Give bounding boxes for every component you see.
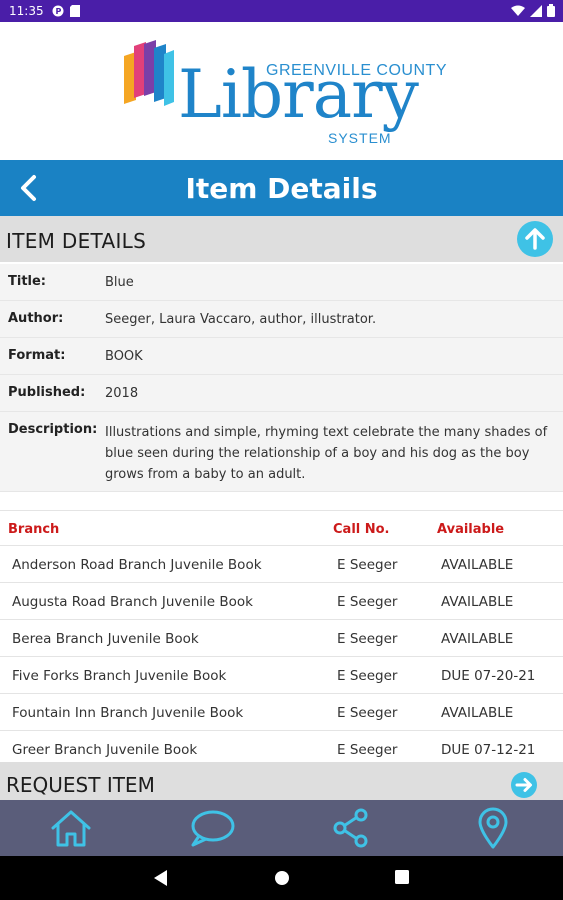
status-notification-icons: P [52, 5, 80, 17]
share-icon [333, 808, 368, 848]
detail-row-published: Published: 2018 [0, 375, 563, 412]
table-row: Fountain Inn Branch Juvenile Book E Seeg… [0, 694, 563, 731]
detail-row-description: Description: Illustrations and simple, r… [0, 412, 563, 492]
system-navigation-bar [0, 856, 563, 900]
branch-name: Berea Branch Juvenile Book [12, 631, 199, 647]
column-header-available: Available [437, 522, 505, 537]
bottom-navigation [0, 800, 563, 856]
logo-system-text: SYSTEM [328, 130, 392, 146]
signal-icon [530, 4, 542, 17]
branch-name: Anderson Road Branch Juvenile Book [12, 557, 262, 573]
detail-key: Description: [8, 422, 98, 437]
recents-square-icon[interactable] [395, 870, 409, 884]
availability-status: DUE 07-20-21 [441, 668, 536, 684]
availability-status: AVAILABLE [441, 705, 514, 721]
detail-value: BOOK [105, 349, 143, 364]
availability-status: AVAILABLE [441, 557, 514, 573]
books-logo-icon [124, 40, 174, 106]
status-bar: 11:35 P [0, 0, 563, 22]
item-details-header[interactable]: ITEM DETAILS [0, 216, 563, 262]
status-time: 11:35 [9, 4, 44, 18]
nav-share-button[interactable] [328, 806, 374, 850]
call-number: E Seeger [337, 668, 398, 684]
call-number: E Seeger [337, 742, 398, 758]
table-row: Berea Branch Juvenile Book E Seeger AVAI… [0, 620, 563, 657]
availability-status: DUE 07-12-21 [441, 742, 536, 758]
chat-icon [191, 810, 235, 847]
home-icon [51, 810, 91, 847]
page-title: Item Details [185, 172, 378, 205]
battery-icon [547, 4, 555, 17]
detail-row-format: Format: BOOK [0, 338, 563, 375]
branch-availability-table: Branch Call No. Available Anderson Road … [0, 510, 563, 768]
wifi-icon [511, 5, 525, 16]
detail-row-title: Title: Blue [0, 264, 563, 301]
call-number: E Seeger [337, 557, 398, 573]
branch-name: Greer Branch Juvenile Book [12, 742, 198, 758]
table-row: Five Forks Branch Juvenile Book E Seeger… [0, 657, 563, 694]
nav-chat-button[interactable] [189, 806, 235, 850]
arrow-right-circle-icon[interactable] [511, 772, 537, 798]
detail-key: Format: [8, 348, 66, 363]
nav-location-button[interactable] [470, 806, 516, 850]
availability-status: AVAILABLE [441, 631, 514, 647]
library-logo: GREENVILLE COUNTY Library SYSTEM [0, 22, 563, 160]
branch-name: Five Forks Branch Juvenile Book [12, 668, 227, 684]
call-number: E Seeger [337, 594, 398, 610]
title-bar: Item Details [0, 160, 563, 216]
detail-value: Illustrations and simple, rhyming text c… [105, 425, 548, 482]
item-details-label: ITEM DETAILS [6, 229, 147, 253]
arrow-up-circle-icon[interactable] [517, 221, 553, 257]
request-item-button[interactable]: REQUEST ITEM [0, 762, 563, 800]
home-circle-icon[interactable] [274, 870, 290, 886]
availability-status: AVAILABLE [441, 594, 514, 610]
status-system-icons [511, 4, 555, 17]
call-number: E Seeger [337, 705, 398, 721]
detail-key: Author: [8, 311, 64, 326]
table-row: Augusta Road Branch Juvenile Book E Seeg… [0, 583, 563, 620]
detail-value: 2018 [105, 386, 139, 401]
detail-key: Published: [8, 385, 86, 400]
detail-row-author: Author: Seeger, Laura Vaccaro, author, i… [0, 301, 563, 338]
back-triangle-icon[interactable] [154, 870, 168, 886]
notification-app-icon: P [52, 5, 64, 17]
nav-home-button[interactable] [48, 806, 94, 850]
logo-library-text: Library [178, 56, 419, 133]
branch-name: Fountain Inn Branch Juvenile Book [12, 705, 244, 721]
detail-key: Title: [8, 274, 47, 289]
branch-name: Augusta Road Branch Juvenile Book [12, 594, 253, 610]
table-header: Branch Call No. Available [0, 510, 563, 546]
location-pin-icon [478, 807, 508, 849]
detail-value: Seeger, Laura Vaccaro, author, illustrat… [105, 312, 377, 327]
request-item-label: REQUEST ITEM [6, 773, 155, 797]
sd-card-icon [70, 5, 80, 17]
svg-text:P: P [56, 7, 62, 16]
column-header-call-no: Call No. [333, 522, 390, 537]
detail-value: Blue [105, 275, 134, 290]
table-row: Anderson Road Branch Juvenile Book E See… [0, 546, 563, 583]
call-number: E Seeger [337, 631, 398, 647]
item-details-list: Title: Blue Author: Seeger, Laura Vaccar… [0, 264, 563, 492]
column-header-branch: Branch [8, 522, 60, 537]
